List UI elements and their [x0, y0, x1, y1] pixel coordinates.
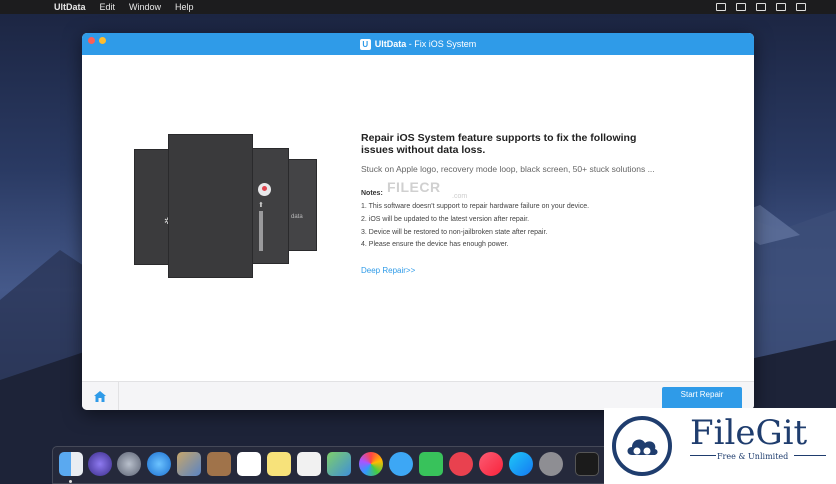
messages-icon[interactable]: [389, 452, 413, 476]
menu-app-ultdata[interactable]: UltData: [54, 2, 86, 12]
app-store-icon[interactable]: [509, 452, 533, 476]
menu-help[interactable]: Help: [175, 2, 194, 12]
window-titlebar: U UltData - Fix iOS System: [82, 33, 754, 55]
safari-icon[interactable]: [147, 452, 171, 476]
finder-running-indicator: [69, 480, 72, 483]
window-controls: [88, 37, 106, 44]
menu-edit[interactable]: Edit: [100, 2, 116, 12]
window-title-app: UltData: [374, 39, 407, 49]
menu-window[interactable]: Window: [129, 2, 161, 12]
app-window: U UltData - Fix iOS System ✲ data ⬆ FILE…: [82, 33, 754, 410]
contacts-icon[interactable]: [207, 452, 231, 476]
music-icon[interactable]: [479, 452, 503, 476]
launchpad-icon[interactable]: [117, 452, 141, 476]
reminders-icon[interactable]: [297, 452, 321, 476]
cable-icon: [259, 211, 263, 251]
note-item: 3. Device will be restored to non-jailbr…: [361, 229, 548, 236]
cloud-icon: [627, 439, 658, 455]
photos-icon[interactable]: [359, 452, 383, 476]
phone-itunes: ⬆: [252, 148, 289, 264]
feature-heading: Repair iOS System feature supports to fi…: [361, 132, 637, 156]
filecr-watermark-domain: .com: [452, 193, 468, 200]
system-preferences-icon[interactable]: [539, 452, 563, 476]
notes-icon[interactable]: [267, 452, 291, 476]
filegit-title: FileGit: [690, 413, 808, 453]
filegit-logo-icon: [612, 416, 672, 476]
close-window-button[interactable]: [88, 37, 95, 44]
filegit-divider-right: [794, 455, 826, 456]
phone-data: data: [287, 159, 317, 251]
bottom-bar: Start Repair: [82, 381, 754, 410]
filecr-watermark: FILECR: [387, 179, 441, 195]
news-icon[interactable]: [449, 452, 473, 476]
menubar-status-area: [716, 0, 806, 14]
feature-subtitle: Stuck on Apple logo, recovery mode loop,…: [361, 164, 655, 174]
arrow-up-icon: ⬆: [258, 202, 264, 209]
facetime-icon[interactable]: [419, 452, 443, 476]
itunes-icon: [258, 183, 271, 196]
deep-repair-link[interactable]: Deep Repair>>: [361, 266, 415, 275]
siri-icon[interactable]: [88, 452, 112, 476]
phone-apple-logo: [168, 134, 253, 278]
phone-data-label: data: [291, 214, 303, 220]
status-icon-3[interactable]: [756, 3, 766, 11]
window-title: UltData - Fix iOS System: [375, 39, 477, 49]
home-icon: [94, 391, 106, 402]
start-repair-button[interactable]: Start Repair: [662, 387, 742, 410]
maps-icon[interactable]: [327, 452, 351, 476]
terminal-icon[interactable]: [575, 452, 599, 476]
dock: [52, 446, 612, 484]
status-icon-5[interactable]: [796, 3, 806, 11]
menu-bar: UltData Edit Window Help: [0, 0, 836, 14]
finder-icon[interactable]: [59, 452, 83, 476]
window-title-rest: - Fix iOS System: [406, 39, 477, 49]
note-item: 4. Please ensure the device has enough p…: [361, 241, 509, 248]
filegit-divider-left: [690, 455, 716, 456]
filegit-subtitle: Free & Unlimited: [717, 452, 789, 461]
filegit-watermark: FileGit Free & Unlimited: [604, 408, 836, 484]
status-icon-4[interactable]: [776, 3, 786, 11]
notes-label: Notes:: [361, 190, 383, 197]
ultdata-logo-icon: U: [359, 38, 371, 50]
mail-icon[interactable]: [177, 452, 201, 476]
status-icon-1[interactable]: [716, 3, 726, 11]
note-item: 1. This software doesn't support to repa…: [361, 203, 590, 210]
minimize-window-button[interactable]: [99, 37, 106, 44]
calendar-icon[interactable]: [237, 452, 261, 476]
note-item: 2. iOS will be updated to the latest ver…: [361, 216, 530, 223]
home-button[interactable]: [82, 382, 119, 410]
status-icon-2[interactable]: [736, 3, 746, 11]
device-illustration: ✲ data ⬆: [132, 131, 322, 281]
